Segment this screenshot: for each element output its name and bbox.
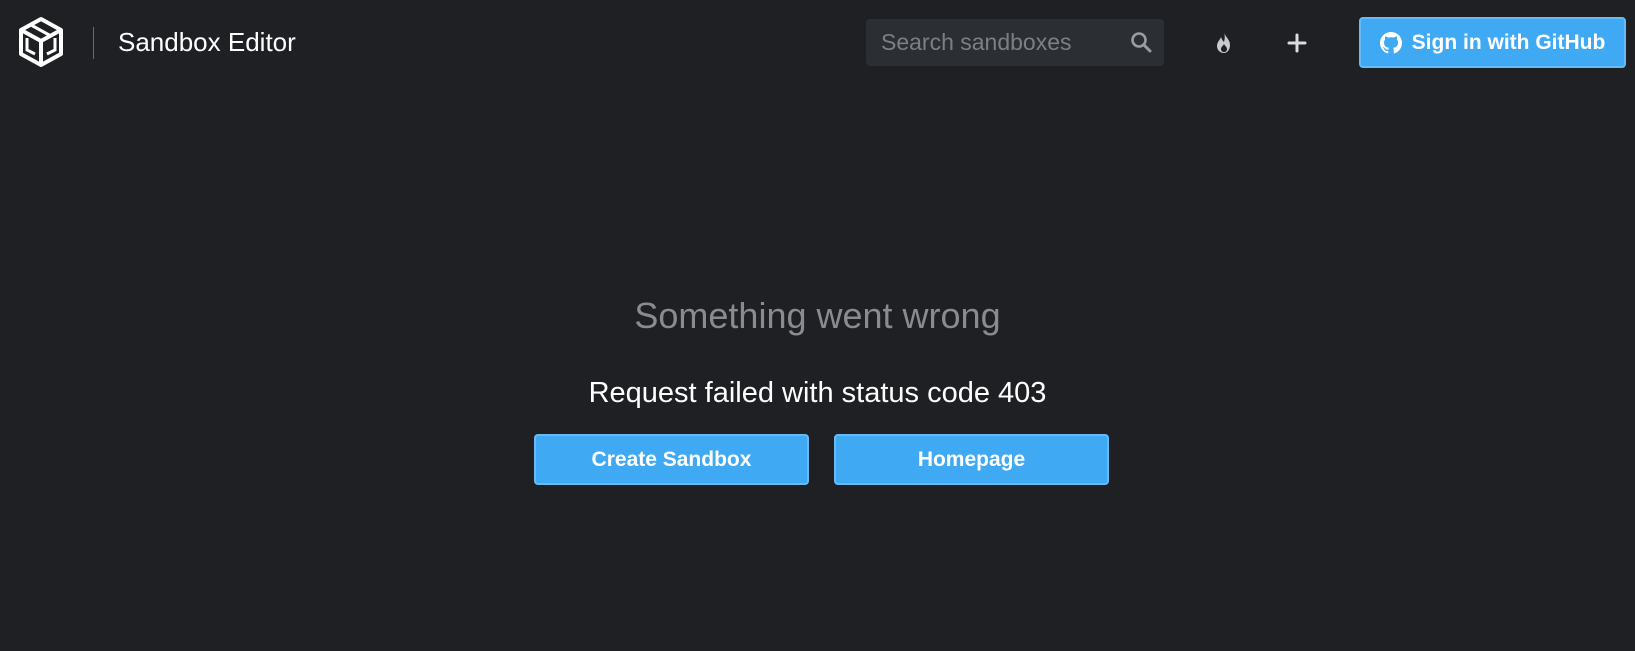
github-icon [1379,31,1402,53]
app-title: Sandbox Editor [118,27,296,57]
new-sandbox-button[interactable] [1280,26,1314,60]
error-title: Something went wrong [634,295,1001,336]
sign-in-label: Sign in with GitHub [1411,30,1606,54]
header-divider [93,27,94,59]
error-message: Request failed with status code 403 [588,377,1047,409]
codesandbox-cube-icon[interactable] [17,16,65,68]
sign-in-github-button[interactable]: Sign in with GitHub [1359,17,1626,68]
top-header: Sandbox Editor Sign in with GitHub [0,0,1635,88]
trending-button[interactable] [1207,26,1241,60]
flame-icon [1217,32,1230,53]
search-box[interactable] [866,19,1164,66]
plus-icon [1287,33,1307,53]
homepage-button[interactable]: Homepage [834,434,1109,485]
search-icon[interactable] [1130,31,1152,53]
search-input[interactable] [866,19,1116,66]
create-sandbox-button[interactable]: Create Sandbox [534,434,809,485]
